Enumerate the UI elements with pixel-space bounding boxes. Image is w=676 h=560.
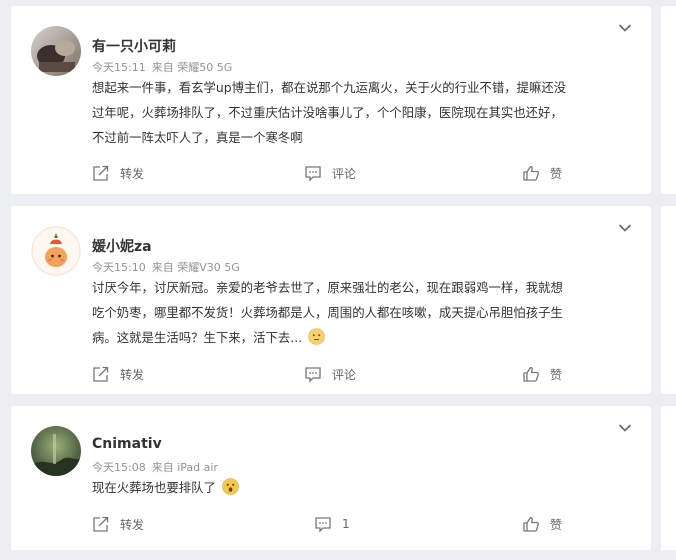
comment-count: 1	[342, 517, 350, 531]
thumbs-up-icon	[523, 165, 539, 181]
comment-icon	[305, 366, 321, 383]
timestamp: 今天15:08	[92, 461, 146, 474]
username[interactable]: 有一只小可莉	[92, 36, 176, 56]
comment-button[interactable]: 评论	[304, 364, 356, 384]
comment-text: 现在火葬场也要排队了	[92, 475, 642, 500]
action-bar: 转发 评论 赞	[11, 364, 651, 384]
like-label: 赞	[550, 517, 563, 532]
repost-button[interactable]: 转发	[92, 163, 144, 183]
action-bar: 转发 评论 赞	[11, 163, 651, 183]
device-source: 来自 iPad air	[151, 461, 218, 474]
like-button[interactable]: 赞	[522, 364, 562, 384]
repost-button[interactable]: 转发	[92, 364, 144, 384]
comment-icon	[315, 516, 331, 533]
username[interactable]: 媛小妮za	[92, 236, 152, 256]
chevron-down-icon[interactable]	[618, 23, 632, 33]
comment-card: 有一只小可莉 今天15:11 来自 荣耀50 5G 想起来一件事，看玄学up博主们…	[11, 6, 651, 194]
repost-label: 转发	[120, 517, 145, 532]
comment-line-with-emoji: 现在火葬场也要排队了	[92, 475, 642, 500]
comment-text: 想起来一件事，看玄学up博主们，都在说那个九运离火，关于火的行业不错，提嘛还没 …	[92, 75, 642, 150]
like-button[interactable]: 赞	[522, 514, 562, 534]
repost-label: 转发	[120, 367, 145, 382]
username[interactable]: Cnimativ	[92, 436, 162, 452]
like-label: 赞	[550, 367, 563, 382]
avatar[interactable]	[31, 426, 81, 476]
action-bar: 转发 1 赞	[11, 514, 651, 534]
comment-line: 讨厌今年，讨厌新冠。亲爱的老爷去世了，原来强壮的老公，现在跟弱鸡一样，我就想	[92, 280, 563, 295]
comment-card: 媛小妮za 今天15:10 来自 荣耀V30 5G 讨厌今年，讨厌新冠。亲爱的老爷…	[11, 206, 651, 394]
repost-icon	[93, 516, 109, 532]
comment-label: 评论	[332, 367, 357, 382]
avatar[interactable]	[31, 226, 81, 276]
avatar[interactable]	[31, 26, 81, 76]
device-source: 来自 荣耀V30 5G	[151, 261, 240, 274]
comment-button[interactable]: 评论	[304, 163, 356, 183]
comment-line: 现在火葬场也要排队了	[92, 480, 216, 495]
chevron-down-icon[interactable]	[618, 423, 632, 433]
comment-line: 想起来一件事，看玄学up博主们，都在说那个九运离火，关于火的行业不错，提嘛还没	[92, 80, 567, 95]
comment-label: 评论	[332, 166, 357, 181]
device-source: 来自 荣耀50 5G	[151, 61, 233, 74]
chevron-down-icon[interactable]	[618, 223, 632, 233]
repost-icon	[93, 366, 109, 382]
comment-card: Cnimativ 今天15:08 来自 iPad air 现在火葬场也要排队了 转…	[11, 406, 651, 550]
post-meta: 今天15:10 来自 荣耀V30 5G	[92, 259, 240, 275]
thumbs-up-icon	[523, 516, 539, 532]
comment-line: 吃个奶枣，哪里都不发货！火葬场都是人，周围的人都在咳嗽，成天提心吊胆怕孩子生	[92, 305, 563, 320]
comment-line-with-emoji: 病。这就是生活吗？生下来，活下去...	[92, 325, 642, 350]
speechless-face-emoji	[308, 328, 325, 345]
timestamp: 今天15:10	[92, 261, 146, 274]
post-meta: 今天15:11 来自 荣耀50 5G	[92, 59, 232, 75]
timestamp: 今天15:11	[92, 61, 146, 74]
comment-icon	[305, 165, 321, 182]
like-button[interactable]: 赞	[522, 163, 562, 183]
thumbs-up-icon	[523, 366, 539, 382]
post-meta: 今天15:08 来自 iPad air	[92, 459, 218, 475]
comment-line: 病。这就是生活吗？生下来，活下去...	[92, 330, 303, 345]
repost-icon	[93, 165, 109, 181]
surprised-face-emoji	[222, 478, 239, 495]
like-label: 赞	[550, 166, 563, 181]
repost-label: 转发	[120, 166, 145, 181]
comment-button[interactable]: 1	[314, 514, 350, 534]
side-card-top	[661, 6, 676, 194]
comment-text: 讨厌今年，讨厌新冠。亲爱的老爷去世了，原来强壮的老公，现在跟弱鸡一样，我就想 吃…	[92, 275, 642, 350]
comment-line: 过年呢，火葬场排队了，不过重庆估计没啥事儿了，个个阳康，医院现在其实也还好，	[92, 105, 563, 120]
comment-line: 不过前一阵太吓人了，真是一个寒冬啊	[92, 130, 303, 145]
side-card-middle	[661, 206, 676, 394]
repost-button[interactable]: 转发	[92, 514, 144, 534]
side-card-bottom	[661, 406, 676, 550]
